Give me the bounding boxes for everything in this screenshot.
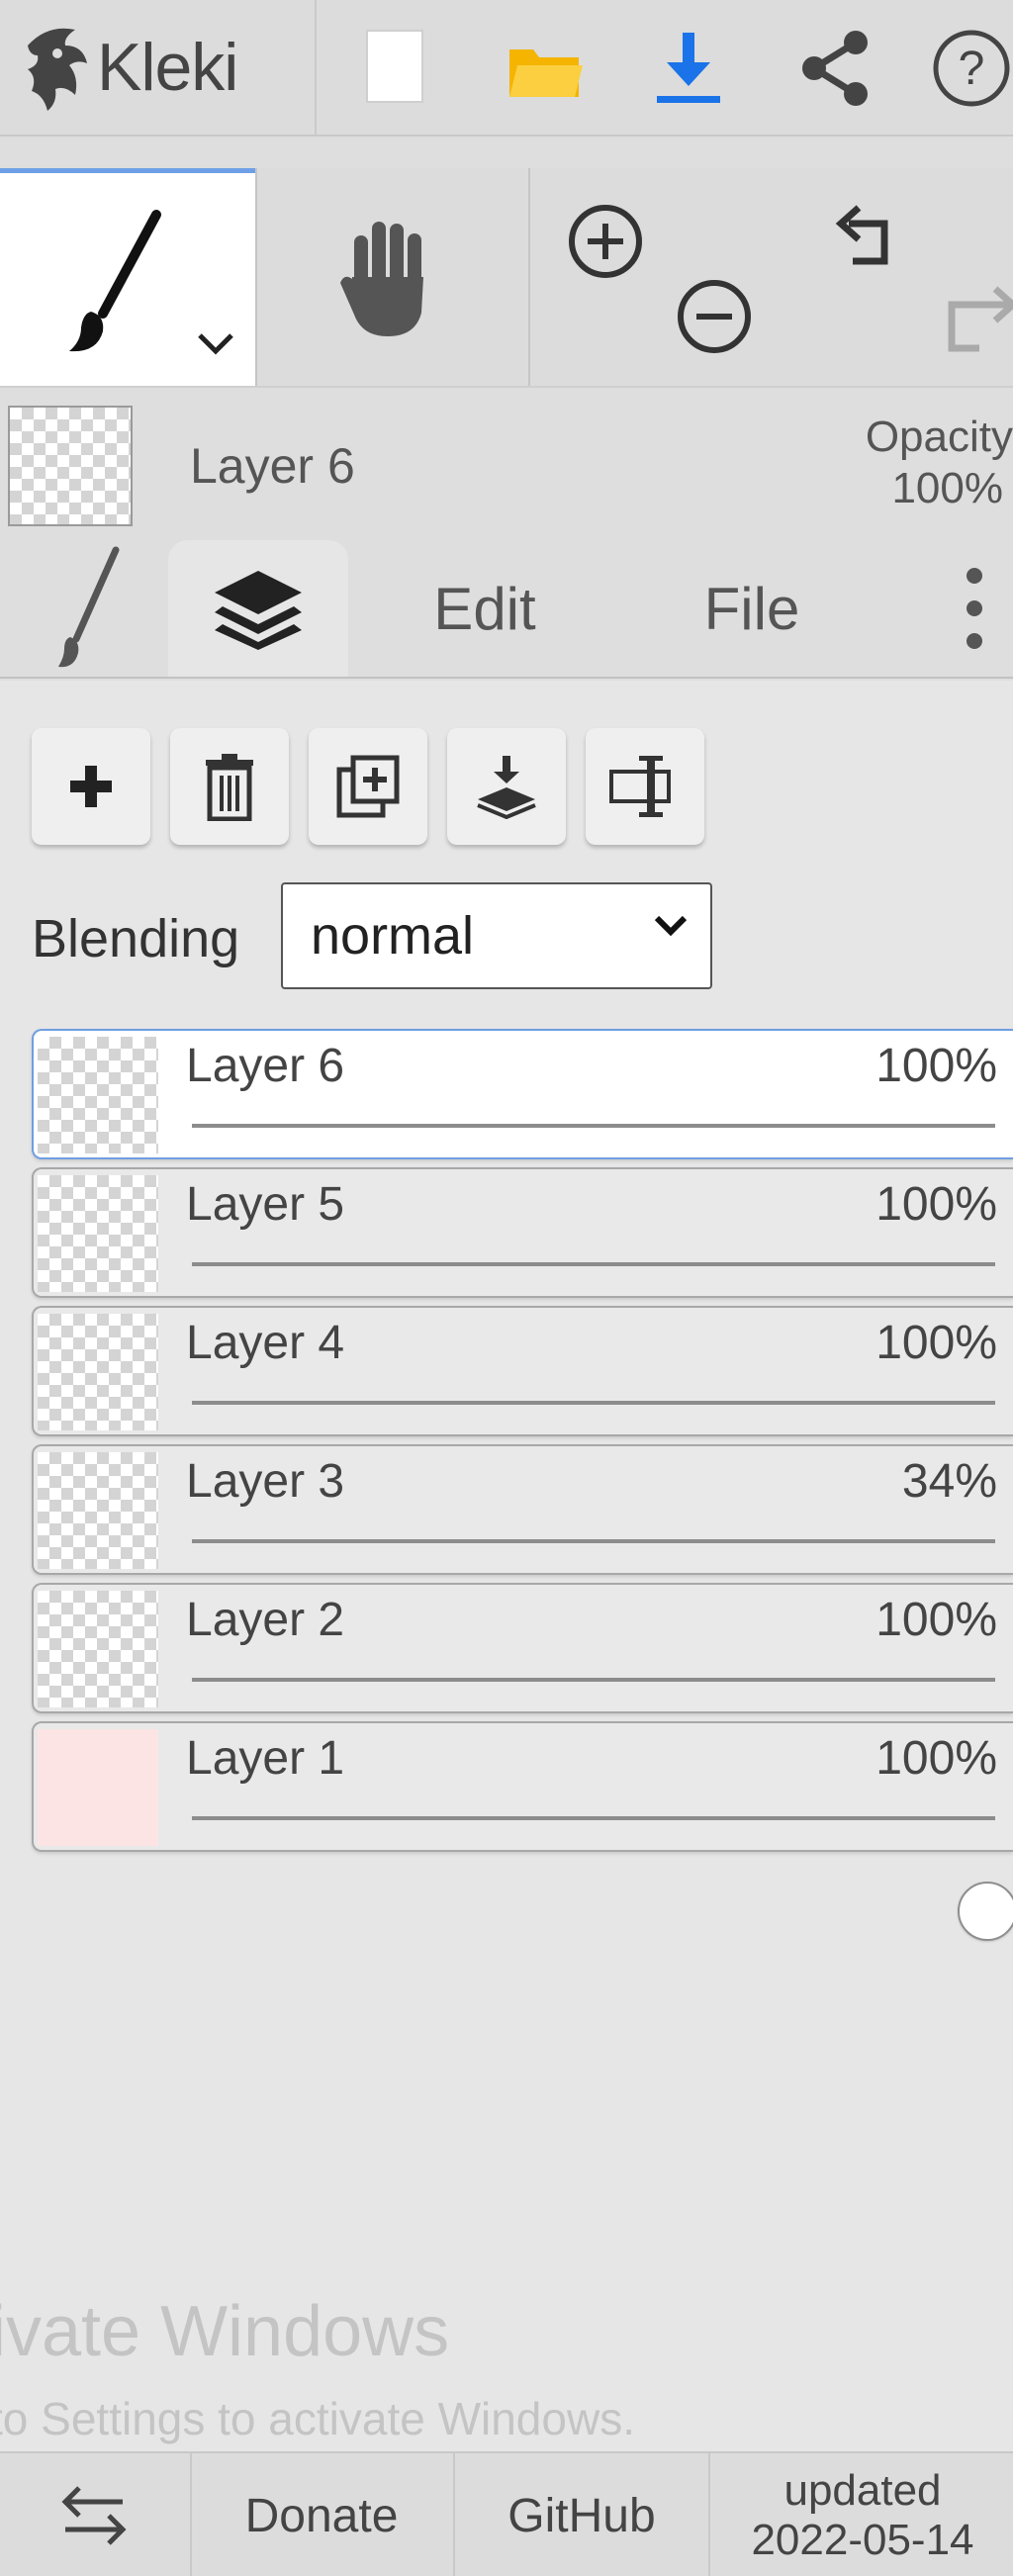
chevron-down-icon [654,915,688,937]
layer-opacity-value: 100% [875,1178,997,1231]
layer-item[interactable]: Layer 2 100% [32,1583,1013,1802]
layer-item[interactable]: Layer 4 100% [32,1306,1013,1525]
layer-thumbnail [38,1037,158,1153]
current-layer-opacity[interactable]: Opacity 100% [845,412,1013,514]
brush-icon [58,546,120,668]
layers-icon [215,571,302,650]
tab-brush[interactable] [20,540,158,677]
activation-watermark-text: to Settings to activate Windows. [0,2393,635,2444]
layer-thumbnail [38,1591,158,1707]
current-layer-thumbnail[interactable] [8,406,133,526]
kleki-logo[interactable]: Kleki [18,16,305,119]
layer-opacity-slider[interactable] [192,1262,1013,1387]
divider [528,168,530,386]
opacity-value: 100% [891,464,1003,512]
layer-opacity-slider[interactable] [192,1539,995,1664]
layer-item[interactable]: Layer 5 100% [32,1167,1013,1387]
updated-label: updated [783,2466,942,2515]
layer-name: Layer 4 [186,1317,345,1369]
tab-layers[interactable] [168,540,348,677]
delete-layer-button[interactable] [170,728,289,845]
layer-thumbnail [38,1729,158,1846]
app-name: Kleki [97,30,238,105]
blending-select[interactable]: normal [281,882,712,989]
layer-opacity-value: 34% [901,1455,997,1508]
tab-file[interactable]: File [633,540,871,677]
layer-opacity-value: 100% [875,1040,997,1092]
kleki-logo-icon [28,28,87,111]
svg-text:?: ? [959,43,985,95]
layer-item[interactable]: Layer 1 100% [32,1721,1013,1941]
swap-sides-icon[interactable] [0,2453,188,2576]
tool-row [0,168,1013,388]
donate-link[interactable]: Donate [192,2453,451,2576]
share-icon[interactable] [791,14,880,123]
new-image-icon[interactable] [346,14,445,123]
layer-opacity-slider[interactable] [192,1401,1013,1525]
layer-thumbnail [38,1314,158,1430]
tab-edit[interactable]: Edit [376,540,594,677]
layer-opacity-slider[interactable] [192,1124,1013,1248]
add-layer-button[interactable] [32,728,150,845]
layer-thumbnail [38,1452,158,1569]
zoom-out-icon[interactable] [675,277,754,356]
layer-item[interactable]: Layer 6 100% [32,1029,1013,1248]
footer: Donate GitHub updated 2022-05-14 [0,2451,1013,2576]
slider-knob[interactable] [958,1882,1013,1941]
layer-name: Layer 2 [186,1594,345,1646]
layer-name: Layer 5 [186,1178,345,1231]
help-icon[interactable]: ? [930,14,1013,123]
layer-opacity-slider[interactable] [192,1678,1013,1802]
layer-opacity-slider[interactable] [192,1816,1013,1941]
layer-opacity-value: 100% [875,1732,997,1785]
duplicate-icon [336,755,400,818]
layer-opacity-value: 100% [875,1594,997,1646]
brush-icon [69,210,161,352]
merge-down-button[interactable] [447,728,566,845]
brush-tool-button[interactable] [0,168,255,386]
plus-icon [70,766,112,807]
rename-layer-button[interactable] [586,728,704,845]
panel-tabs: Edit File [0,540,1013,679]
layer-opacity-value: 100% [875,1317,997,1369]
current-layer-name: Layer 6 [190,438,355,494]
download-icon[interactable] [643,14,734,123]
top-toolbar: Kleki ? [0,0,1013,137]
divider [315,0,317,135]
duplicate-layer-button[interactable] [309,728,427,845]
rename-icon [609,756,671,817]
layer-name: Layer 3 [186,1455,345,1508]
github-link[interactable]: GitHub [455,2453,708,2576]
opacity-label: Opacity [865,413,1013,461]
hand-icon [340,222,423,336]
hand-tool-button[interactable] [257,168,526,386]
trash-icon [206,754,253,821]
undo-icon[interactable] [833,202,922,281]
layer-thumbnail [38,1175,158,1292]
open-folder-icon[interactable] [491,14,599,123]
updated-info: updated 2022-05-14 [712,2453,1013,2576]
divider [708,2453,710,2576]
updated-date: 2022-05-14 [751,2516,974,2564]
merge-down-icon [477,756,536,819]
zoom-in-icon[interactable] [566,202,645,281]
layer-name: Layer 1 [186,1732,345,1785]
blending-value: normal [311,906,475,966]
redo-icon[interactable] [940,283,1013,362]
chevron-down-icon [198,333,233,355]
layer-item[interactable]: Layer 3 34% [32,1444,1013,1664]
more-options-icon[interactable] [940,540,1009,677]
activation-watermark-title: tivate Windows [0,2292,450,2371]
blending-label: Blending [32,909,240,968]
layer-name: Layer 6 [186,1040,345,1092]
